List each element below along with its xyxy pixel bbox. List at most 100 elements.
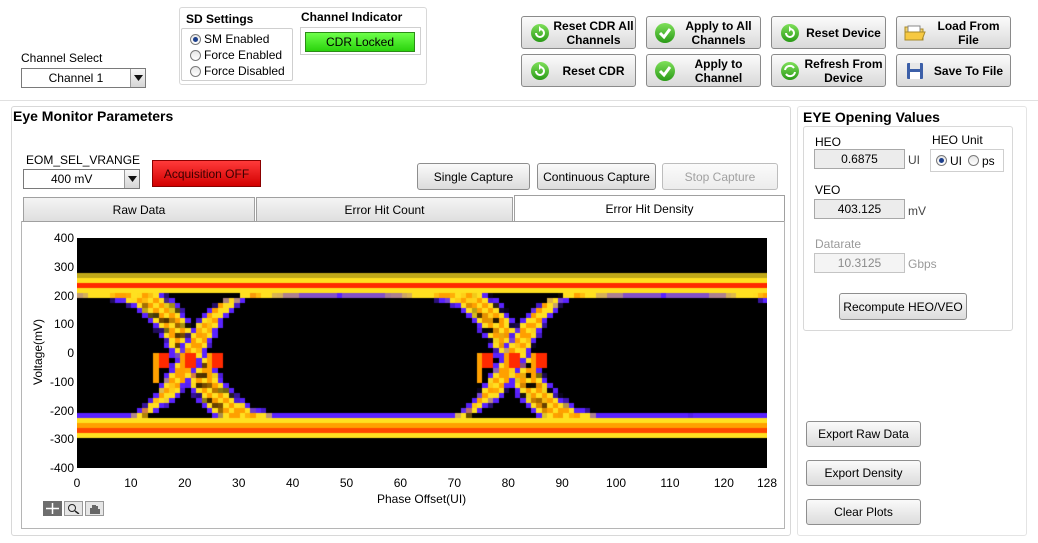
x-tick-label: 10: [124, 476, 138, 490]
x-tick-label: 110: [660, 476, 680, 490]
save-file-label: Save To File: [933, 63, 1004, 78]
save-to-file-button[interactable]: Save To File: [896, 54, 1011, 87]
chevron-down-icon[interactable]: [124, 170, 139, 188]
sd-settings-radio-group: SM Enabled Force Enabled Force Disabled: [190, 31, 285, 79]
y-tick-label: -100: [49, 374, 74, 389]
x-tick-label: 50: [339, 476, 354, 490]
continuous-capture-button[interactable]: Continuous Capture: [537, 163, 656, 190]
sd-option-force-disabled[interactable]: Force Disabled: [190, 63, 285, 79]
refresh-from-device-button[interactable]: Refresh From Device: [771, 54, 886, 87]
eye-density-heatmap: [77, 238, 767, 468]
apply-all-channels-button[interactable]: Apply to All Channels: [646, 16, 761, 49]
y-tick-label: 300: [53, 259, 74, 274]
x-tick-label: 30: [232, 476, 246, 490]
heo-label: HEO: [815, 135, 842, 149]
y-tick-label: 100: [53, 317, 74, 332]
load-from-file-button[interactable]: Load From File: [896, 16, 1011, 49]
apply-channel-label: Apply to Channel: [694, 56, 743, 85]
sd-option-sm-enabled[interactable]: SM Enabled: [190, 31, 285, 47]
channel-indicator-title: Channel Indicator: [301, 10, 403, 24]
x-tick-label: 0: [73, 476, 81, 490]
x-tick-label: 80: [501, 476, 515, 490]
vrange-dropdown[interactable]: 400 mV: [23, 169, 140, 189]
pan-hand-icon[interactable]: [85, 501, 104, 516]
single-capture-button[interactable]: Single Capture: [417, 163, 530, 190]
sd-option-force-enabled[interactable]: Force Enabled: [190, 47, 285, 63]
reset-device-label: Reset Device: [806, 25, 881, 40]
crosshair-icon[interactable]: [43, 501, 62, 516]
eye-diagram-plot-area[interactable]: [77, 238, 767, 468]
datarate-unit-label: Gbps: [908, 257, 937, 271]
channel-select-label: Channel Select: [21, 51, 103, 65]
channel-select-dropdown[interactable]: Channel 1: [21, 68, 146, 88]
load-file-label: Load From File: [937, 18, 1000, 47]
tab-error-hit-density[interactable]: Error Hit Density: [514, 195, 785, 222]
vrange-value: 400 mV: [51, 172, 93, 186]
heo-unit-label: UI: [908, 153, 920, 167]
heo-unit-option-label: UI: [950, 153, 962, 168]
sd-settings-title: SD Settings: [186, 12, 254, 26]
zoom-icon[interactable]: [64, 501, 83, 516]
heo-value-field: 0.6875: [814, 149, 905, 169]
x-tick-label: 128: [756, 476, 778, 490]
x-axis-label: Phase Offset(UI): [377, 492, 467, 506]
sync-icon: [778, 59, 802, 83]
stop-capture-button[interactable]: Stop Capture: [662, 163, 778, 190]
tab-raw-data[interactable]: Raw Data: [23, 197, 255, 222]
floppy-disk-icon: [903, 59, 927, 83]
acquisition-status-indicator: Acquisition OFF: [152, 160, 261, 187]
y-tick-label: 400: [53, 231, 74, 245]
reset-cdr-button[interactable]: Reset CDR: [521, 54, 636, 87]
x-tick-label: 20: [178, 476, 192, 490]
radio-icon[interactable]: [190, 65, 201, 77]
x-tick-label: 100: [606, 476, 627, 490]
refresh-icon: [528, 59, 552, 83]
heo-unit-group-label: HEO Unit: [932, 133, 983, 147]
reset-device-button[interactable]: Reset Device: [771, 16, 886, 49]
checkmark-icon: [653, 21, 677, 45]
radio-selected-icon[interactable]: [936, 155, 947, 166]
heo-unit-ps-option[interactable]: ps: [968, 153, 995, 169]
radio-selected-icon[interactable]: [190, 33, 201, 45]
reset-cdr-all-button[interactable]: Reset CDR All Channels: [521, 16, 636, 49]
y-tick-label: 200: [53, 288, 74, 303]
tab-error-hit-count[interactable]: Error Hit Count: [256, 197, 513, 222]
radio-icon[interactable]: [190, 49, 201, 61]
plot-tools: [43, 501, 104, 516]
chevron-down-icon[interactable]: [130, 69, 145, 87]
eye-opening-title: EYE Opening Values: [803, 109, 940, 125]
sd-option-label: Force Enabled: [204, 48, 283, 62]
eye-monitor-title: Eye Monitor Parameters: [13, 108, 174, 124]
export-density-button[interactable]: Export Density: [806, 460, 921, 486]
datarate-value-field: 10.3125: [814, 253, 905, 273]
heo-unit-radio-group: UI ps: [930, 149, 1004, 172]
section-divider: [0, 100, 1038, 101]
datarate-label: Datarate: [815, 237, 862, 251]
recompute-heo-veo-button[interactable]: Recompute HEO/VEO: [839, 293, 967, 320]
sd-option-label: SM Enabled: [204, 32, 270, 46]
y-tick-label: 0: [67, 346, 74, 360]
x-tick-label: 120: [713, 476, 734, 490]
apply-all-label: Apply to All Channels: [685, 18, 752, 47]
reset-cdr-all-label: Reset CDR All Channels: [553, 18, 634, 47]
refresh-device-label: Refresh From Device: [804, 56, 883, 85]
heo-unit-option-label: ps: [982, 153, 995, 168]
radio-icon[interactable]: [968, 155, 979, 166]
reset-cdr-label: Reset CDR: [562, 63, 625, 78]
clear-plots-button[interactable]: Clear Plots: [806, 499, 921, 525]
refresh-icon: [528, 21, 552, 45]
x-tick-label: 70: [447, 476, 462, 490]
folder-open-icon: [903, 21, 927, 45]
heo-unit-ui-option[interactable]: UI: [936, 153, 962, 169]
veo-label: VEO: [815, 183, 841, 197]
y-tick-label: -300: [49, 432, 74, 447]
vrange-label: EOM_SEL_VRANGE: [26, 153, 141, 167]
export-raw-data-button[interactable]: Export Raw Data: [806, 421, 921, 447]
x-tick-label: 60: [393, 476, 408, 490]
y-tick-label: -400: [49, 461, 74, 475]
veo-unit-label: mV: [908, 204, 926, 218]
apply-to-channel-button[interactable]: Apply to Channel: [646, 54, 761, 87]
veo-value-field: 403.125: [814, 199, 905, 219]
y-axis-label: Voltage(mV): [31, 318, 45, 386]
x-tick-label: 90: [555, 476, 569, 490]
